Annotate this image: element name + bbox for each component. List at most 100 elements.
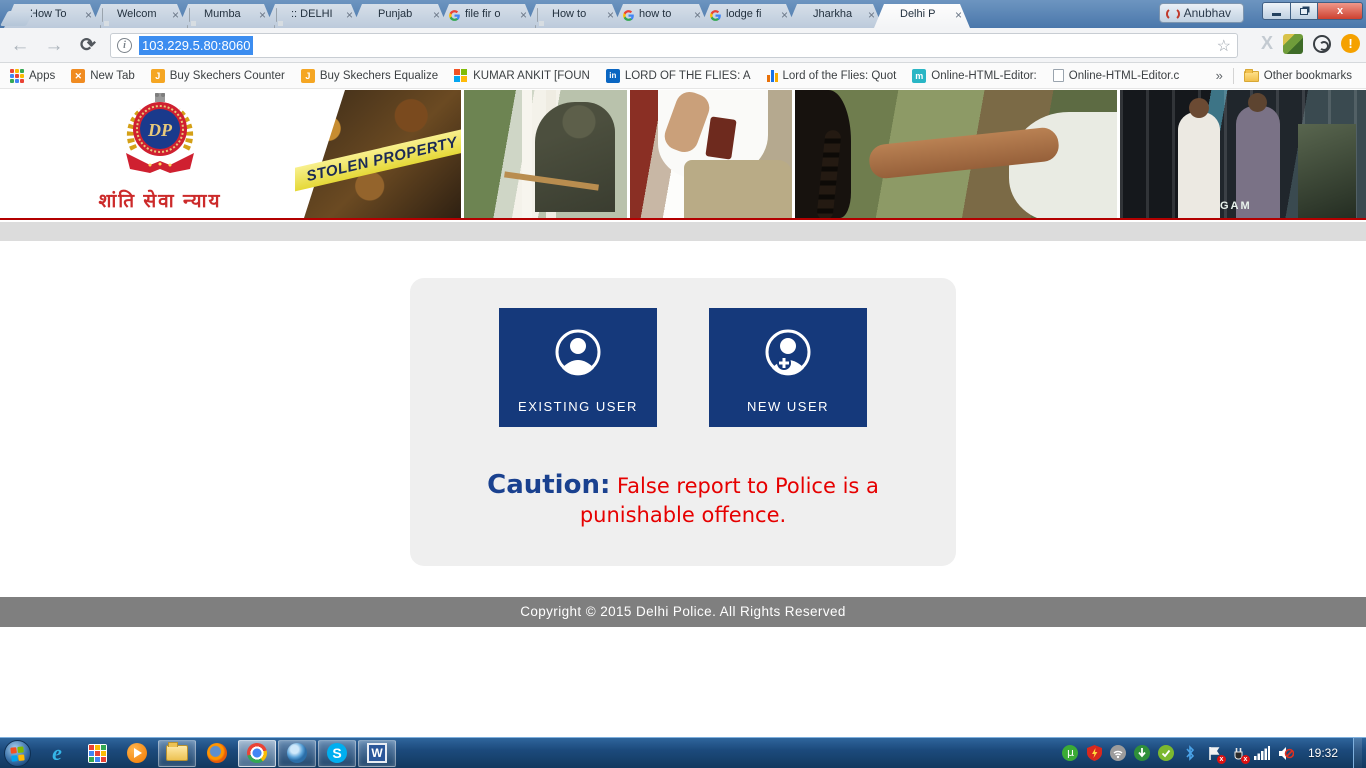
banner-image-burglar [464, 90, 627, 218]
bookmarks-overflow-chevron[interactable]: » [1216, 68, 1223, 83]
disabled-extension-icon[interactable]: X [1261, 33, 1273, 54]
back-icon[interactable]: ← [8, 34, 32, 58]
show-desktop-button[interactable] [1353, 738, 1362, 768]
url-text-selected[interactable]: 103.229.5.80:8060 [139, 36, 253, 55]
m-icon: m [912, 69, 926, 83]
close-button[interactable]: x [1318, 2, 1363, 20]
tab-close-icon[interactable]: × [781, 8, 788, 22]
taskbar-browser-orb[interactable] [278, 740, 316, 767]
new-user-label: NEW USER [709, 399, 867, 414]
banner-image-chain-snatching [795, 90, 1117, 218]
bookmark-item[interactable]: J Buy Skechers Equalize [301, 69, 438, 83]
taskbar-clock[interactable]: 19:32 [1308, 746, 1338, 760]
existing-user-label: EXISTING USER [499, 399, 657, 414]
tab-lodge-fir[interactable]: lodge fi × [700, 4, 796, 28]
utorrent-icon[interactable]: µ [1062, 745, 1079, 762]
forward-icon[interactable]: → [42, 34, 66, 58]
restore-icon [1300, 8, 1308, 15]
bookmark-item[interactable]: J Buy Skechers Counter [151, 69, 285, 83]
firefox-icon [207, 743, 227, 763]
taskbar-firefox[interactable] [198, 740, 236, 767]
tab-close-icon[interactable]: × [694, 8, 701, 22]
tab-close-icon[interactable]: × [259, 8, 266, 22]
antivirus-shield-icon[interactable] [1086, 745, 1103, 762]
spiral-extension-icon[interactable] [1313, 35, 1331, 53]
idm-download-icon[interactable] [1134, 745, 1151, 762]
taskbar-internet-explorer[interactable]: e [38, 740, 76, 767]
other-bookmarks-button[interactable]: Other bookmarks [1244, 69, 1352, 82]
folder-icon [1244, 71, 1259, 82]
bookmark-item[interactable]: KUMAR ANKIT [FOUN [454, 69, 590, 83]
tab-how-to-3[interactable]: how to × [613, 4, 709, 28]
shop-sign-text: GAM [1220, 200, 1252, 212]
action-center-flag-icon[interactable]: x [1206, 745, 1223, 762]
word-icon: W [367, 743, 387, 763]
bookmark-item[interactable]: m Online-HTML-Editor: [912, 69, 1036, 83]
svg-text:DP: DP [147, 120, 173, 140]
wireless-icon[interactable] [1110, 745, 1127, 762]
tab-welcome[interactable]: Welcom × [91, 4, 187, 28]
caution-label: Caution: [487, 470, 610, 500]
tab-punjab[interactable]: Punjab × [352, 4, 448, 28]
windows-logo-icon [10, 746, 25, 761]
profile-sync-error-icon [1166, 7, 1180, 21]
tab-delhi-site[interactable]: :: DELHI × [265, 4, 361, 28]
bar-chart-icon [767, 69, 778, 82]
new-user-button[interactable]: NEW USER [709, 308, 867, 427]
volume-muted-icon[interactable] [1278, 745, 1295, 762]
tab-close-icon[interactable]: × [955, 8, 962, 22]
tab-label: file fir o [465, 8, 500, 20]
tab-file-fir[interactable]: file fir o × [439, 4, 535, 28]
header-red-divider [0, 218, 1366, 220]
tab-close-icon[interactable]: × [85, 8, 92, 22]
apps-grid-icon [10, 69, 24, 83]
game-extension-icon[interactable] [1283, 34, 1303, 54]
browser-profile-button[interactable]: Anubhav [1159, 3, 1244, 23]
taskbar-chrome-active[interactable] [238, 740, 276, 767]
taskbar-file-explorer[interactable] [158, 740, 196, 767]
grid-app-icon [88, 744, 107, 763]
bookmark-item[interactable]: ✕ New Tab [71, 69, 135, 83]
media-player-icon [127, 743, 147, 763]
page-icon [100, 8, 114, 28]
browser-tab-strip: How To × Welcom × Mumba × :: DELHI × Pun… [0, 0, 1366, 28]
taskbar-word[interactable]: W [358, 740, 396, 767]
tab-delhi-police-active[interactable]: Delhi P × [874, 4, 970, 28]
minimize-button[interactable] [1262, 2, 1291, 20]
tab-how-to-2[interactable]: How to × [526, 4, 622, 28]
power-plug-icon[interactable]: x [1230, 745, 1247, 762]
address-bar[interactable]: i 103.229.5.80:8060 ☆ [110, 33, 1238, 58]
bookmark-item[interactable]: in LORD OF THE FLIES: A [606, 69, 751, 83]
reload-icon[interactable]: ⟳ [76, 34, 100, 58]
tab-label: Mumba [204, 8, 241, 20]
taskbar-media-player[interactable] [118, 740, 156, 767]
tab-close-icon[interactable]: × [868, 8, 875, 22]
bookmark-item[interactable]: Lord of the Flies: Quot [767, 69, 897, 82]
tab-label: :: DELHI [291, 8, 333, 20]
restore-button[interactable] [1291, 2, 1318, 20]
bluetooth-icon[interactable] [1182, 745, 1199, 762]
bookmark-item[interactable]: Online-HTML-Editor.c [1053, 69, 1180, 82]
update-alert-icon[interactable]: ! [1341, 34, 1360, 53]
profile-name: Anubhav [1184, 6, 1231, 20]
bookmark-star-icon[interactable]: ☆ [1217, 36, 1231, 56]
tab-jharkhand[interactable]: Jharkha × [787, 4, 883, 28]
tab-close-icon[interactable]: × [172, 8, 179, 22]
screen: How To × Welcom × Mumba × :: DELHI × Pun… [0, 0, 1366, 768]
tab-mumbai[interactable]: Mumba × [178, 4, 274, 28]
page-info-icon[interactable]: i [117, 38, 132, 53]
caution-message: Caution: False report to Police is a pun… [410, 470, 956, 527]
start-button[interactable] [4, 740, 31, 767]
tab-close-icon[interactable]: × [346, 8, 353, 22]
messenger-check-icon[interactable] [1158, 745, 1175, 762]
page-icon [187, 8, 201, 28]
taskbar-skype[interactable]: S [318, 740, 356, 767]
apps-shortcut[interactable]: Apps [10, 69, 55, 83]
tab-close-icon[interactable]: × [607, 8, 614, 22]
taskbar-grid-app[interactable] [78, 740, 116, 767]
network-signal-icon[interactable] [1254, 745, 1271, 762]
tab-close-icon[interactable]: × [520, 8, 527, 22]
tab-close-icon[interactable]: × [433, 8, 440, 22]
existing-user-button[interactable]: EXISTING USER [499, 308, 657, 427]
new-user-icon [764, 328, 812, 376]
